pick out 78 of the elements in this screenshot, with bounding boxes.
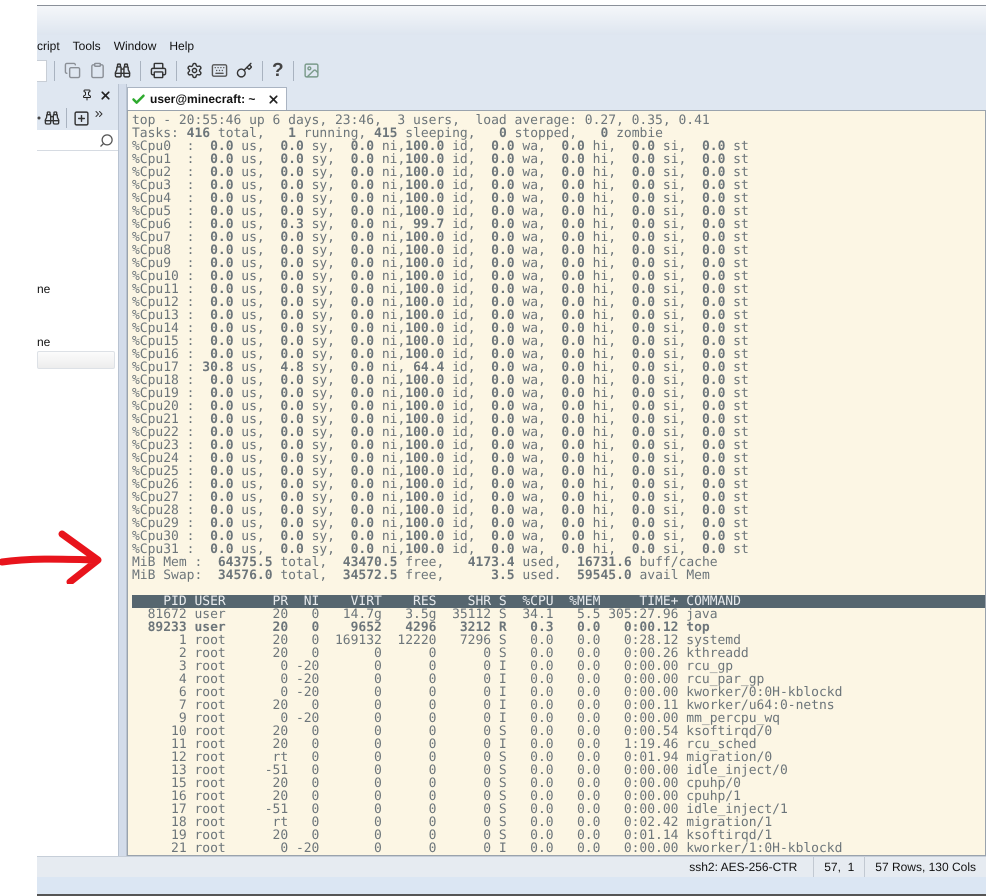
process-row-text: 16 root 20 0 0 0 0 S 0.0 0.0 0:00.00 cpuhp/1 [170,790,741,803]
terminal-line: %Cpu1 : 0.0 us, 0.0 sy, 0.0 ni,100.0 id, 0.0 wa, 0.0 hi, 0.0 si, 0.0 st [132,153,749,166]
terminal-line: %Cpu28 : 0.0 us, 0.0 sy, 0.0 ni,100.0 id, 0.0 wa, 0.0 hi, 0.0 si, 0.0 st [132,504,749,517]
search-icon [99,132,114,148]
help-button[interactable]: ? [270,60,286,82]
new-folder-icon[interactable] [73,110,90,126]
terminal-line: Tasks: 416 total, 1 running, 415 sleeping, 0 stopped, 0 zombie [132,127,663,140]
menu-item[interactable]: Window [114,39,164,53]
terminal-line: %Cpu10 : 0.0 us, 0.0 sy, 0.0 ni,100.0 id, 0.0 wa, 0.0 hi, 0.0 si, 0.0 st [132,270,749,283]
binoculars-icon[interactable] [44,110,60,126]
sidebar-item[interactable]: ne [37,334,118,349]
terminal-line: %Cpu31 : 0.0 us, 0.0 sy, 0.0 ni,100.0 id, 0.0 wa, 0.0 hi, 0.0 si, 0.0 st [132,543,749,556]
terminal-line: %Cpu5 : 0.0 us, 0.0 sy, 0.0 ni,100.0 id, 0.0 wa, 0.0 hi, 0.0 si, 0.0 st [132,205,749,218]
terminal-line: %Cpu27 : 0.0 us, 0.0 sy, 0.0 ni,100.0 id, 0.0 wa, 0.0 hi, 0.0 si, 0.0 st [132,491,749,504]
terminal-line: %Cpu6 : 0.0 us, 0.3 sy, 0.0 ni, 99.7 id, 0.0 wa, 0.0 hi, 0.0 si, 0.0 st [132,218,749,231]
pin-icon[interactable] [81,89,93,101]
terminal-line: %Cpu4 : 0.0 us, 0.0 sy, 0.0 ni,100.0 id, 0.0 wa, 0.0 hi, 0.0 si, 0.0 st [132,192,749,205]
menu-item[interactable]: cript [37,39,67,53]
terminal-line: %Cpu9 : 0.0 us, 0.0 sy, 0.0 ni,100.0 id, 0.0 wa, 0.0 hi, 0.0 si, 0.0 st [132,257,749,270]
terminal-line: %Cpu3 : 0.0 us, 0.0 sy, 0.0 ni,100.0 id, 0.0 wa, 0.0 hi, 0.0 si, 0.0 st [132,179,749,192]
terminal-line: %Cpu2 : 0.0 us, 0.0 sy, 0.0 ni,100.0 id, 0.0 wa, 0.0 hi, 0.0 si, 0.0 st [132,166,749,179]
close-icon[interactable] [267,92,280,106]
terminal-line: %Cpu23 : 0.0 us, 0.0 sy, 0.0 ni,100.0 id, 0.0 wa, 0.0 hi, 0.0 si, 0.0 st [132,439,749,452]
process-row-text: 3 root 0 -20 0 0 0 I 0.0 0.0 0:00.00 rcu_gp [178,660,734,673]
terminal-line: %Cpu19 : 0.0 us, 0.0 sy, 0.0 ni,100.0 id, 0.0 wa, 0.0 hi, 0.0 si, 0.0 st [132,387,749,400]
terminal-line: %Cpu8 : 0.0 us, 0.0 sy, 0.0 ni,100.0 id, 0.0 wa, 0.0 hi, 0.0 si, 0.0 st [132,244,749,257]
terminal-line: %Cpu13 : 0.0 us, 0.0 sy, 0.0 ni,100.0 id, 0.0 wa, 0.0 hi, 0.0 si, 0.0 st [132,309,749,322]
terminal-line: %Cpu26 : 0.0 us, 0.0 sy, 0.0 ni,100.0 id, 0.0 wa, 0.0 hi, 0.0 si, 0.0 st [132,478,749,491]
terminal-line: %Cpu24 : 0.0 us, 0.0 sy, 0.0 ni,100.0 id, 0.0 wa, 0.0 hi, 0.0 si, 0.0 st [132,452,749,465]
more-icon[interactable] [93,108,105,120]
toolbar-field[interactable] [37,60,47,82]
terminal-line: %Cpu11 : 0.0 us, 0.0 sy, 0.0 ni,100.0 id, 0.0 wa, 0.0 hi, 0.0 si, 0.0 st [132,283,749,296]
terminal-line: MiB Swap: 34576.0 total, 34572.5 free, 3.5 used. 59545.0 avail Mem [132,569,710,582]
terminal-line: %Cpu15 : 0.0 us, 0.0 sy, 0.0 ni,100.0 id, 0.0 wa, 0.0 hi, 0.0 si, 0.0 st [132,335,749,348]
menu-item[interactable]: Help [169,39,202,53]
terminal-line: %Cpu16 : 0.0 us, 0.0 sy, 0.0 ni,100.0 id, 0.0 wa, 0.0 hi, 0.0 si, 0.0 st [132,348,749,361]
terminal-line: %Cpu21 : 0.0 us, 0.0 sy, 0.0 ni,100.0 id, 0.0 wa, 0.0 hi, 0.0 si, 0.0 st [132,413,749,426]
terminal-line: %Cpu29 : 0.0 us, 0.0 sy, 0.0 ni,100.0 id, 0.0 wa, 0.0 hi, 0.0 si, 0.0 st [132,517,749,530]
terminal-line: %Cpu14 : 0.0 us, 0.0 sy, 0.0 ni,100.0 id, 0.0 wa, 0.0 hi, 0.0 si, 0.0 st [132,322,749,335]
terminal-line: %Cpu18 : 0.0 us, 0.0 sy, 0.0 ni,100.0 id, 0.0 wa, 0.0 hi, 0.0 si, 0.0 st [132,374,749,387]
terminal-line: %Cpu30 : 0.0 us, 0.0 sy, 0.0 ni,100.0 id, 0.0 wa, 0.0 hi, 0.0 si, 0.0 st [132,530,749,543]
terminal-line: %Cpu12 : 0.0 us, 0.0 sy, 0.0 ni,100.0 id, 0.0 wa, 0.0 hi, 0.0 si, 0.0 st [132,296,749,309]
process-row-text: 9 root 0 -20 0 0 0 I 0.0 0.0 0:00.00 mm_percpu_wq [178,712,780,725]
process-row-text: 1 root 20 0 169132 12220 7296 S 0.0 0.0 0:28.12 systemd [178,634,741,647]
process-row-text: 10 root 20 0 0 0 0 S 0.0 0.0 0:00.54 ksoftirqd/0 [170,725,772,738]
terminal-line: %Cpu20 : 0.0 us, 0.0 sy, 0.0 ni,100.0 id, 0.0 wa, 0.0 hi, 0.0 si, 0.0 st [132,400,749,413]
terminal-line: %Cpu17 : 30.8 us, 4.8 sy, 0.0 ni, 64.4 id, 0.0 wa, 0.0 hi, 0.0 si, 0.0 st [132,361,749,374]
sidebar-item[interactable]: ne [37,281,118,296]
terminal-line: %Cpu7 : 0.0 us, 0.0 sy, 0.0 ni,100.0 id, 0.0 wa, 0.0 hi, 0.0 si, 0.0 st [132,231,749,244]
process-row-text: 18 root rt 0 0 0 0 S 0.0 0.0 0:02.42 migration/1 [170,816,772,829]
terminal-screen[interactable] [127,110,986,856]
process-row-text: 81672 user 20 0 14.7g 3.5g 35112 S 34.1 5.5 305:27.96 java [146,608,718,621]
close-icon[interactable] [99,88,112,102]
process-row-text: 12 root rt 0 0 0 0 S 0.0 0.0 0:01.94 migration/0 [170,751,772,764]
terminal-line: %Cpu22 : 0.0 us, 0.0 sy, 0.0 ni,100.0 id, 0.0 wa, 0.0 hi, 0.0 si, 0.0 st [132,426,749,439]
process-row-text: 19 root 20 0 0 0 0 S 0.0 0.0 0:01.14 ksoftirqd/1 [170,829,772,842]
tab-title: user@minecraft: ~ [150,92,256,106]
process-row-text: 15 root 20 0 0 0 0 S 0.0 0.0 0:00.00 cpuhp/0 [170,777,741,790]
terminal-line: top - 20:55:46 up 6 days, 23:46, 3 users, load average: 0.27, 0.35, 0.41 [132,114,710,127]
copy-icon[interactable] [62,60,83,82]
process-row-text: 7 root 20 0 0 0 0 I 0.0 0.0 0:00.11 kworker/u64:0-netns [178,699,835,712]
terminal-line: %Cpu0 : 0.0 us, 0.0 sy, 0.0 ni,100.0 id, 0.0 wa, 0.0 hi, 0.0 si, 0.0 st [132,140,749,153]
process-row-text: 89233 user 20 0 9652 4296 3212 R 0.3 0.0 0:00.12 top [146,621,710,634]
process-row-text: 13 root -51 0 0 0 0 S 0.0 0.0 0:00.00 idle_inject/0 [170,764,788,777]
status-field: ssh2: AES-256-CTR [673,857,814,877]
process-row-text: 21 root 0 -20 0 0 0 I 0.0 0.0 0:00.00 kworker/1:0H-kblockd [170,842,842,855]
terminal-line: MiB Mem : 64375.5 total, 43470.5 free, 4173.4 used, 16731.6 buff/cache [132,556,718,569]
printer-icon[interactable] [148,60,169,82]
process-row-text: 4 root 0 -20 0 0 0 I 0.0 0.0 0:00.00 rcu_par_gp [178,673,764,686]
session-tab[interactable]: user@minecraft: ~ [127,87,288,110]
dot-icon [37,116,41,120]
terminal-line: %Cpu25 : 0.0 us, 0.0 sy, 0.0 ni,100.0 id, 0.0 wa, 0.0 hi, 0.0 si, 0.0 st [132,465,749,478]
process-row-text: 2 root 20 0 0 0 0 S 0.0 0.0 0:00.26 kthreadd [178,647,749,660]
process-row-text: 11 root 20 0 0 0 0 I 0.0 0.0 1:19.46 rcu_sched [170,738,757,751]
process-table-header: PID USER PR NI VIRT RES SHR S %CPU %MEM TIME+ COMMAND [132,595,985,608]
process-row-text: 6 root 0 -20 0 0 0 I 0.0 0.0 0:00.00 kworker/0:0H-kblockd [178,686,842,699]
process-row-text: 17 root -51 0 0 0 0 S 0.0 0.0 0:00.00 idle_inject/1 [170,803,788,816]
menu-item[interactable]: Tools [72,39,108,53]
